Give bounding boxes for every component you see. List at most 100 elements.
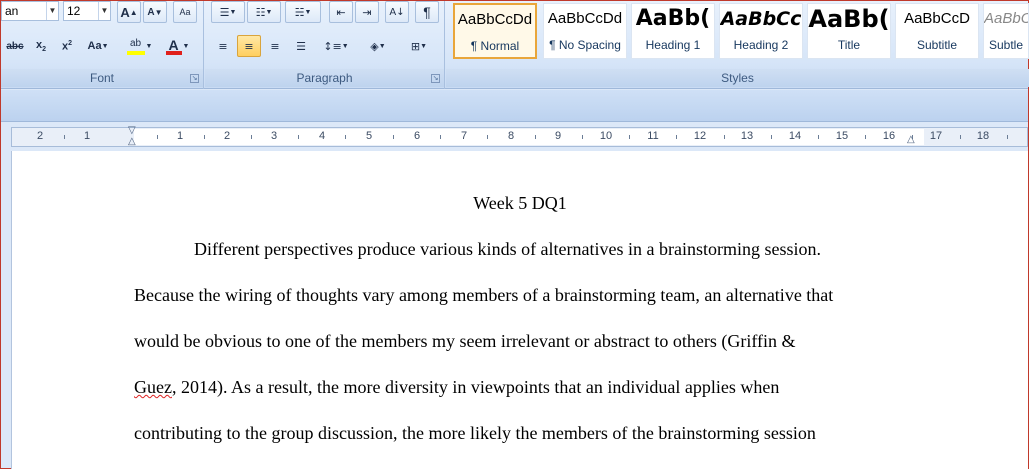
font-name-combo[interactable]: an ▼ bbox=[1, 1, 59, 21]
style-heading-1[interactable]: AaBb( Heading 1 bbox=[631, 3, 715, 59]
ruler-tick bbox=[724, 135, 725, 139]
shrink-font-button[interactable]: A ▼ bbox=[143, 1, 167, 23]
borders-button[interactable]: ⊞ ▼ bbox=[399, 35, 439, 57]
decrease-indent-button[interactable]: ⇤ bbox=[329, 1, 353, 23]
style-normal[interactable]: AaBbCcDd ¶ Normal bbox=[453, 3, 537, 59]
font-name-value: an bbox=[5, 4, 19, 18]
paint-bucket-icon: ◈ bbox=[370, 39, 379, 53]
align-left-button[interactable]: ≡ bbox=[211, 35, 235, 57]
ruler-number: 2 bbox=[36, 130, 44, 142]
clear-formatting-button[interactable]: Aa bbox=[173, 1, 197, 23]
ruler-number: 9 bbox=[554, 130, 562, 142]
ribbon-background-band bbox=[1, 90, 1028, 122]
ruler-number: 17 bbox=[929, 130, 943, 142]
ruler-number: 4 bbox=[318, 130, 326, 142]
ruler-number: 16 bbox=[882, 130, 896, 142]
ruler-tick bbox=[865, 135, 866, 139]
style-sample: AaBbCcD bbox=[904, 10, 970, 27]
numbering-icon: ☷ bbox=[255, 5, 266, 19]
show-marks-button[interactable]: ¶ bbox=[415, 1, 439, 23]
ruler-text-area bbox=[134, 129, 924, 145]
highlight-button[interactable]: ab ▼ bbox=[121, 35, 157, 57]
ruler-tick bbox=[487, 135, 488, 139]
style-no-spacing[interactable]: AaBbCcDd ¶ No Spacing bbox=[543, 3, 627, 59]
paragraph-group: ☰ ▼ ☷ ▼ ☵ ▼ ⇤ ⇥ A↓ ¶ ≡ ≡ ≡ ☰ ↕≡ ▼ ◈ ▼ ⊞ … bbox=[205, 1, 445, 89]
ruler-tick bbox=[157, 135, 158, 139]
style-name: Title bbox=[837, 38, 861, 52]
ruler-tick bbox=[771, 135, 772, 139]
strikethrough-button[interactable]: abc bbox=[3, 35, 27, 57]
ruler-tick bbox=[629, 135, 630, 139]
font-color-button[interactable]: A ▼ bbox=[161, 35, 193, 57]
shading-button[interactable]: ◈ ▼ bbox=[361, 35, 395, 57]
style-heading-2[interactable]: AaBbCc Heading 2 bbox=[719, 3, 803, 59]
multilevel-list-button[interactable]: ☵ ▼ bbox=[285, 1, 321, 23]
multilevel-list-icon: ☵ bbox=[294, 5, 305, 19]
align-right-button[interactable]: ≡ bbox=[263, 35, 287, 57]
font-size-combo[interactable]: 12 ▼ bbox=[63, 1, 111, 21]
style-name: ¶ No Spacing bbox=[549, 38, 621, 52]
font-color-icon: A bbox=[165, 37, 183, 55]
grow-font-button[interactable]: A ▲ bbox=[117, 1, 141, 23]
ruler-tick bbox=[393, 135, 394, 139]
ruler-tick bbox=[1007, 135, 1008, 139]
ruler-tick bbox=[440, 135, 441, 139]
align-center-button[interactable]: ≡ bbox=[237, 35, 261, 57]
ruler-number: 8 bbox=[507, 130, 515, 142]
style-sample: AaBbCc bbox=[720, 8, 802, 30]
ruler-number: 1 bbox=[83, 130, 91, 142]
styles-group-label: Styles bbox=[446, 69, 1029, 87]
document-line: would be obvious to one of the members m… bbox=[134, 331, 796, 351]
align-right-icon: ≡ bbox=[270, 39, 280, 53]
ruler-tick bbox=[298, 135, 299, 139]
ruler-tick bbox=[251, 135, 252, 139]
bullets-button[interactable]: ☰ ▼ bbox=[211, 1, 245, 23]
document-title: Week 5 DQ1 bbox=[473, 193, 567, 213]
justify-button[interactable]: ☰ bbox=[289, 35, 313, 57]
dialog-launcher-icon[interactable]: ↘ bbox=[190, 74, 199, 83]
ruler-number: 12 bbox=[693, 130, 707, 142]
spelling-error-word[interactable]: Guez bbox=[134, 377, 172, 397]
ruler-tick bbox=[204, 135, 205, 139]
increase-indent-button[interactable]: ⇥ bbox=[355, 1, 379, 23]
right-indent-marker[interactable]: △ bbox=[907, 134, 915, 145]
hanging-indent-marker[interactable]: △ bbox=[128, 136, 136, 147]
horizontal-ruler[interactable]: 2 1 1 2 3 4 5 6 7 8 9 10 11 12 13 14 15 … bbox=[11, 125, 1028, 147]
font-size-value: 12 bbox=[67, 4, 81, 18]
chevron-down-icon[interactable]: ▼ bbox=[46, 2, 58, 20]
first-line-indent-marker[interactable]: ▽ bbox=[128, 125, 136, 136]
strikethrough-icon: abc bbox=[6, 40, 24, 52]
ruler-number: 3 bbox=[270, 130, 278, 142]
superscript-button[interactable]: x2 bbox=[55, 35, 79, 57]
style-subtle[interactable]: AaBbC Subtle bbox=[983, 3, 1029, 59]
borders-icon: ⊞ bbox=[410, 39, 421, 53]
ruler-number: 5 bbox=[365, 130, 373, 142]
document-page[interactable]: Week 5 DQ1 Different perspectives produc… bbox=[11, 151, 1028, 469]
sort-icon: A↓ bbox=[389, 6, 405, 18]
align-left-icon: ≡ bbox=[218, 39, 228, 53]
change-case-button[interactable]: Aa ▼ bbox=[83, 35, 113, 57]
style-name: Subtle bbox=[988, 38, 1024, 52]
document-line: Different perspectives produce various k… bbox=[194, 239, 822, 259]
ruler-number: 14 bbox=[788, 130, 802, 142]
subscript-icon: x2 bbox=[35, 38, 47, 54]
dialog-launcher-icon[interactable]: ↘ bbox=[431, 74, 440, 83]
style-subtitle[interactable]: AaBbCcD Subtitle bbox=[895, 3, 979, 59]
document-line: Guez, 2014). As a result, the more diver… bbox=[134, 377, 779, 398]
ruler-number: 10 bbox=[599, 130, 613, 142]
style-title[interactable]: AaBb( Title bbox=[807, 3, 891, 59]
line-spacing-button[interactable]: ↕≡ ▼ bbox=[319, 35, 353, 57]
style-name: Heading 2 bbox=[733, 38, 789, 52]
style-name: Heading 1 bbox=[645, 38, 701, 52]
style-sample: AaBb( bbox=[635, 6, 711, 31]
highlighter-icon: ab bbox=[126, 37, 146, 55]
subscript-button[interactable]: x2 bbox=[29, 35, 53, 57]
numbering-button[interactable]: ☷ ▼ bbox=[247, 1, 281, 23]
pilcrow-icon: ¶ bbox=[423, 4, 431, 20]
document-line: contributing to the group discussion, th… bbox=[134, 423, 816, 443]
chevron-down-icon[interactable]: ▼ bbox=[98, 2, 110, 20]
justify-icon: ☰ bbox=[296, 39, 306, 53]
sort-button[interactable]: A↓ bbox=[385, 1, 409, 23]
style-sample: AaBbC bbox=[984, 10, 1028, 27]
clear-formatting-icon: Aa bbox=[179, 7, 191, 17]
